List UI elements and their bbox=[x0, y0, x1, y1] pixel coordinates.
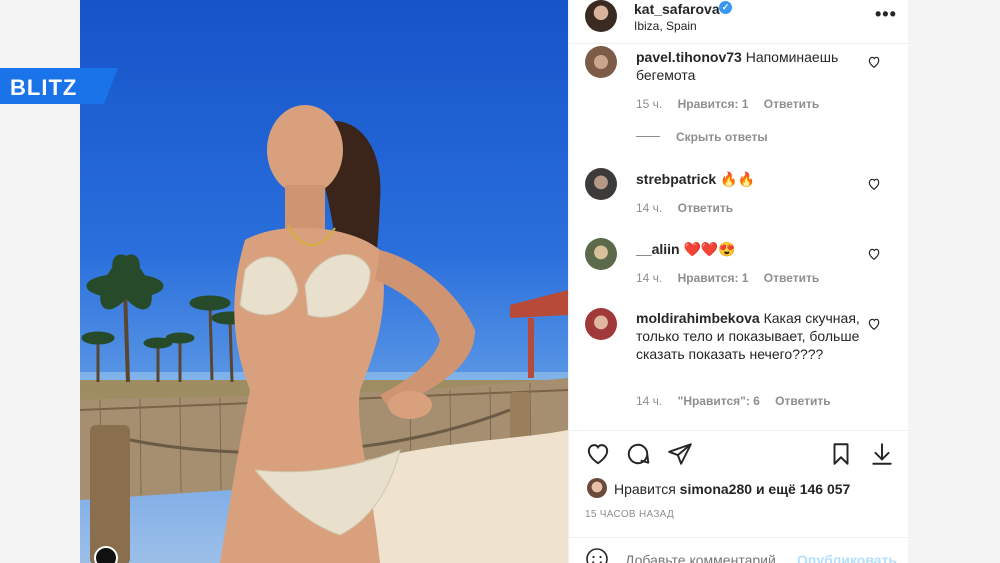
comment-bubble-icon[interactable] bbox=[625, 441, 651, 467]
comment-like-heart-icon[interactable] bbox=[867, 177, 881, 191]
likes-summary[interactable]: Нравится simona280 и ещё 146 057 bbox=[614, 481, 850, 497]
comment-avatar[interactable] bbox=[585, 238, 617, 270]
comment-time[interactable]: 14 ч. bbox=[636, 394, 662, 408]
verified-badge-icon: ✓ bbox=[719, 1, 732, 14]
save-bookmark-icon[interactable] bbox=[828, 441, 854, 467]
right-background bbox=[908, 0, 1000, 563]
author-username[interactable]: kat_safarova bbox=[634, 1, 720, 17]
comment-meta: 14 ч. Нравится: 1 Ответить bbox=[636, 271, 831, 285]
hide-replies-button[interactable]: Скрыть ответы bbox=[676, 130, 768, 144]
emoji-picker-icon[interactable] bbox=[585, 547, 609, 563]
comment-meta: 14 ч. "Нравится": 6 Ответить bbox=[636, 394, 843, 408]
download-icon[interactable] bbox=[869, 441, 895, 467]
comment-username[interactable]: strebpatrick bbox=[636, 171, 716, 187]
comment-meta: 14 ч. Ответить bbox=[636, 201, 745, 215]
post-location[interactable]: Ibiza, Spain bbox=[634, 19, 697, 33]
likes-user[interactable]: simona280 bbox=[680, 481, 752, 497]
svg-text:BLITZ: BLITZ bbox=[10, 75, 77, 100]
share-direct-icon[interactable] bbox=[667, 441, 693, 467]
post-time-ago: 15 ЧАСОВ НАЗАД bbox=[585, 509, 675, 520]
comments-list[interactable]: pavel.tihonov73 Напоминаешь бегемота 15 … bbox=[569, 44, 909, 430]
comment-time[interactable]: 14 ч. bbox=[636, 271, 662, 285]
comment-username[interactable]: __aliin bbox=[636, 241, 680, 257]
comment-text: __aliin ❤️❤️😍 bbox=[636, 240, 861, 258]
comment-text: moldirahimbekova Какая скучная, только т… bbox=[636, 309, 861, 363]
comment-body: ❤️❤️😍 bbox=[683, 241, 736, 257]
comment-meta: 15 ч. Нравится: 1 Ответить bbox=[636, 97, 831, 111]
comment-reply-button[interactable]: Ответить bbox=[764, 97, 819, 111]
comment-time[interactable]: 14 ч. bbox=[636, 201, 662, 215]
comment-body: 🔥🔥 bbox=[720, 171, 755, 187]
comment-avatar[interactable] bbox=[585, 308, 617, 340]
post-actions: Нравится simona280 и ещё 146 057 15 ЧАСО… bbox=[569, 430, 909, 563]
comment-reply-button[interactable]: Ответить bbox=[775, 394, 830, 408]
comment-reply-button[interactable]: Ответить bbox=[764, 271, 819, 285]
comment-avatar[interactable] bbox=[585, 168, 617, 200]
hide-replies-line bbox=[636, 136, 660, 137]
comment-like-heart-icon[interactable] bbox=[867, 55, 881, 69]
comment-avatar[interactable] bbox=[585, 46, 617, 78]
comment-input[interactable] bbox=[625, 552, 795, 563]
post-panel: kat_safarova ✓ Ibiza, Spain ••• pavel.ti… bbox=[568, 0, 909, 563]
author-avatar[interactable] bbox=[585, 0, 617, 32]
publish-button[interactable]: Опубликовать bbox=[797, 552, 897, 563]
likes-count[interactable]: и ещё 146 057 bbox=[756, 481, 850, 497]
comment-username[interactable]: pavel.tihonov73 bbox=[636, 49, 742, 65]
comment-likes[interactable]: Нравится: 1 bbox=[678, 97, 749, 111]
comment-like-heart-icon[interactable] bbox=[867, 317, 881, 331]
liker-avatar[interactable] bbox=[587, 478, 607, 498]
photo-user-tag-icon[interactable] bbox=[94, 546, 118, 563]
more-options-icon[interactable]: ••• bbox=[875, 4, 897, 25]
comment-like-heart-icon[interactable] bbox=[867, 247, 881, 261]
like-heart-icon[interactable] bbox=[585, 441, 611, 467]
comment-text: strebpatrick 🔥🔥 bbox=[636, 170, 861, 188]
comment-likes[interactable]: Нравится: 1 bbox=[678, 271, 749, 285]
blitz-logo: BLITZ bbox=[0, 68, 118, 104]
comment-username[interactable]: moldirahimbekova bbox=[636, 310, 760, 326]
post-photo bbox=[80, 0, 568, 563]
comment-time[interactable]: 15 ч. bbox=[636, 97, 662, 111]
comment-likes[interactable]: "Нравится": 6 bbox=[678, 394, 760, 408]
comment-text: pavel.tihonov73 Напоминаешь бегемота bbox=[636, 48, 861, 84]
comment-reply-button[interactable]: Ответить bbox=[678, 201, 733, 215]
add-comment-bar: Опубликовать bbox=[569, 537, 909, 563]
post-header: kat_safarova ✓ Ibiza, Spain ••• bbox=[569, 0, 909, 44]
likes-prefix: Нравится bbox=[614, 481, 676, 497]
